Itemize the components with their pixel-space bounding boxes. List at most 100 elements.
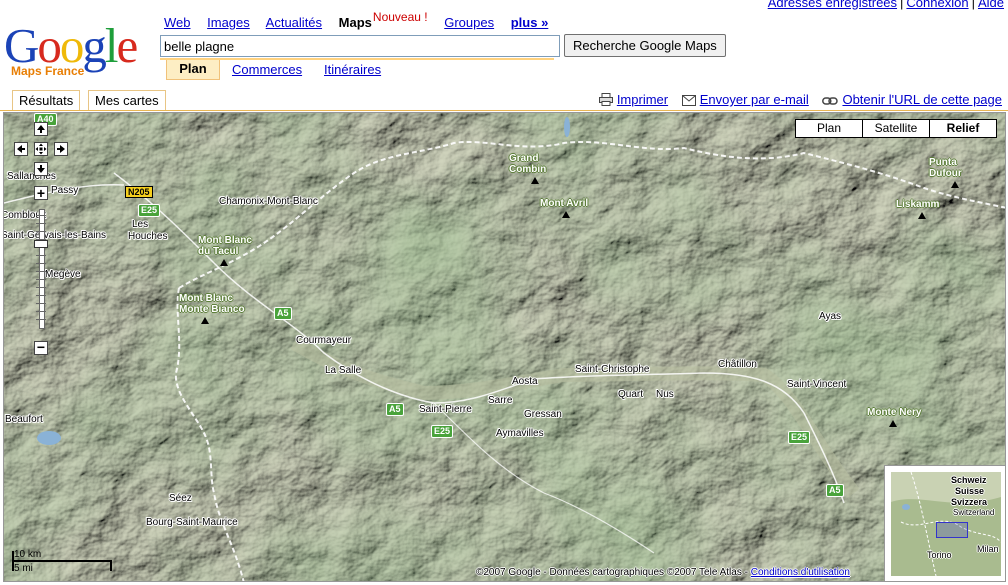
nav-groups[interactable]: Groupes <box>444 15 494 30</box>
zoom-notch <box>36 255 46 256</box>
road-shield: E25 <box>788 431 811 444</box>
peak-label-line: Grand <box>509 153 539 164</box>
saved-addresses-link[interactable]: Adresses enregistrées <box>768 0 897 10</box>
copyright-text: ©2007 Google - Données cartographiques ©… <box>476 567 751 578</box>
overview-label: Schweiz <box>951 475 987 485</box>
pan-down-button[interactable] <box>34 162 48 176</box>
help-link[interactable]: Aide <box>978 0 1004 10</box>
peak-label-line: du Tacul <box>198 246 239 257</box>
nav-maps-current: Maps <box>338 15 372 30</box>
road-shield: E25 <box>138 204 161 217</box>
map-type-relief[interactable]: Relief <box>929 119 997 138</box>
scale-tick <box>110 560 112 571</box>
panel-divider <box>0 110 1008 111</box>
copyright-notice: ©2007 Google - Données cartographiques ©… <box>476 567 850 578</box>
map-type-plan[interactable]: Plan <box>795 119 863 138</box>
print-action[interactable]: Imprimer <box>598 92 672 109</box>
print-link[interactable]: Imprimer <box>617 92 668 107</box>
tab-results[interactable]: Résultats <box>12 90 81 111</box>
overview-label: Suisse <box>955 486 985 496</box>
map-type-satellite[interactable]: Satellite <box>862 119 930 138</box>
place-label: Saint-Pierre <box>419 404 472 415</box>
road-shield: A5 <box>826 484 844 497</box>
peak-label: Punta Dufour <box>929 157 962 179</box>
product-nav: Web Images Actualités MapsNouveau ! Grou… <box>164 10 549 30</box>
peak-label-line: Liskamm <box>896 199 940 210</box>
road-shield: A5 <box>386 403 404 416</box>
arrow-down-icon <box>37 165 45 173</box>
pan-left-button[interactable] <box>14 142 28 156</box>
zoom-notch <box>36 271 46 272</box>
peak-label: Mont Blanc du Tacul <box>198 235 252 257</box>
email-action[interactable]: Envoyer par e-mail <box>681 92 813 107</box>
overview-label: Torino <box>927 550 952 560</box>
overview-label: Milan <box>977 544 999 554</box>
scale-metric: 10 km <box>14 549 42 560</box>
google-maps-logo[interactable]: Google Maps France <box>4 18 154 80</box>
map-canvas[interactable]: Sallanches Passy Combloux Les Houches Saint-G… <box>3 112 1006 582</box>
terms-of-use-link[interactable]: Conditions d'utilisation <box>751 567 850 578</box>
place-label: Courmayeur <box>296 335 352 346</box>
peak-label-line: Mont Avril <box>540 198 589 209</box>
pan-right-button[interactable] <box>54 142 68 156</box>
zoom-in-button[interactable]: + <box>34 186 48 200</box>
map-actions: Imprimer Envoyer par e-mail Obtenir l'UR… <box>589 92 1002 109</box>
zoom-notch <box>36 279 46 280</box>
place-label: Houches <box>128 231 168 242</box>
overview-label: Svizzera <box>951 497 988 507</box>
pan-up-button[interactable] <box>34 122 48 136</box>
nav-news[interactable]: Actualités <box>266 15 322 30</box>
page-url-link[interactable]: Obtenir l'URL de cette page <box>842 92 1002 107</box>
search-input[interactable] <box>160 35 560 57</box>
overview-map-view[interactable]: Schweiz Suisse Svizzera Switzerland Tori… <box>891 472 1001 576</box>
sign-in-link[interactable]: Connexion <box>906 0 968 10</box>
overview-label: Switzerland <box>953 508 995 517</box>
arrow-left-icon <box>17 145 25 153</box>
place-label: Châtillon <box>718 359 757 370</box>
nav-more[interactable]: plus » <box>511 15 549 30</box>
zoom-slider-thumb[interactable] <box>34 240 48 248</box>
arrow-right-icon <box>57 145 65 153</box>
road-shield: E25 <box>431 425 454 438</box>
place-label: Quart <box>618 389 644 400</box>
tab-my-maps[interactable]: Mes cartes <box>88 90 166 111</box>
peak-label: Grand Combin <box>509 153 546 175</box>
subtab-routes[interactable]: Itinéraires <box>324 62 381 77</box>
national-road-shield: N205 <box>125 186 153 198</box>
subtab-shops[interactable]: Commerces <box>232 62 302 77</box>
peak-label-line: Mont Blanc <box>198 235 252 246</box>
nav-images[interactable]: Images <box>207 15 250 30</box>
email-link[interactable]: Envoyer par e-mail <box>700 92 809 107</box>
peak-label-line: Dufour <box>929 168 962 179</box>
link-action[interactable]: Obtenir l'URL de cette page <box>822 92 1002 107</box>
zoom-notch <box>36 263 46 264</box>
pan-center-button[interactable] <box>34 142 48 156</box>
place-label: Sarre <box>488 395 513 406</box>
chain-link-icon <box>822 94 839 109</box>
place-label: Beaufort <box>5 414 43 425</box>
overview-map[interactable]: Schweiz Suisse Svizzera Switzerland Tori… <box>884 465 1005 581</box>
new-badge: Nouveau ! <box>372 10 428 24</box>
zoom-notch <box>36 215 46 216</box>
separator: | <box>971 0 975 10</box>
place-label: Ayas <box>819 311 842 322</box>
place-label: Megève <box>45 269 81 280</box>
peak-label-line: Punta <box>929 157 957 168</box>
place-label: Chamonix-Mont-Blanc <box>219 196 318 207</box>
place-label: Saint-Vincent <box>787 379 847 390</box>
printer-icon <box>598 93 613 109</box>
nav-web[interactable]: Web <box>164 15 191 30</box>
place-label: Les <box>132 219 149 230</box>
peak-label: Mont Avril <box>540 198 588 209</box>
zoom-slider[interactable] <box>34 209 48 329</box>
peak-label-line: Combin <box>509 164 547 175</box>
map-type-switcher: Plan Satellite Relief <box>795 119 997 138</box>
overview-viewport-box[interactable] <box>936 522 968 538</box>
scale-imperial: 5 mi <box>14 563 33 574</box>
place-label: Gressan <box>524 409 562 420</box>
zoom-out-button[interactable]: − <box>34 340 48 355</box>
search-maps-button[interactable]: Recherche Google Maps <box>564 34 726 57</box>
peak-marker-icon <box>951 181 959 188</box>
subtab-plan[interactable]: Plan <box>166 60 220 80</box>
peak-label: Monte Nery <box>867 407 921 418</box>
